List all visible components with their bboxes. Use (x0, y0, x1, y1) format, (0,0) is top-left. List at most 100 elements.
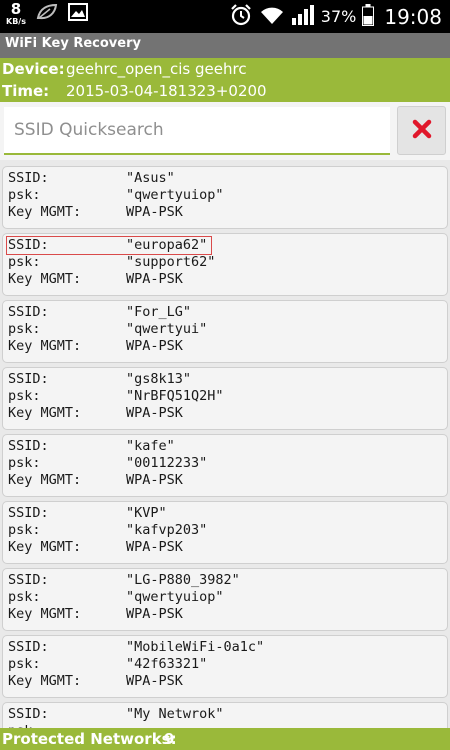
app-title: WiFi Key Recovery (5, 36, 141, 51)
close-x-icon (412, 119, 432, 143)
network-card[interactable]: SSID: "europa62" psk: "support62" Key MGMT… (2, 233, 448, 296)
key-mgmt-label: Key MGMT: (8, 673, 82, 689)
ssid-value: "LG-P880_3982" (126, 572, 240, 588)
psk-value: "qwertyuiop" (126, 589, 224, 605)
ssid-value: "gs8k13" (126, 371, 192, 387)
psk-value: "support62" (126, 254, 216, 270)
key-mgmt-value: WPA-PSK (126, 673, 183, 689)
ssid-label: SSID: (8, 505, 49, 521)
alarm-icon (229, 3, 253, 31)
image-icon (67, 3, 88, 25)
protected-networks-label: Protected Networks: (2, 730, 177, 748)
ssid-label: SSID: (8, 639, 49, 655)
psk-label: psk: (8, 656, 41, 672)
psk-label: psk: (8, 589, 41, 605)
key-mgmt-line: Key MGMT: WPA-PSK (8, 606, 438, 623)
ssid-line: SSID: "europa62" (8, 237, 438, 254)
ssid-label: SSID: (8, 438, 49, 454)
key-mgmt-label: Key MGMT: (8, 204, 82, 220)
ssid-line: SSID: "KVP" (8, 505, 438, 522)
key-mgmt-value: WPA-PSK (126, 405, 183, 421)
protected-networks-footer: Protected Networks: 9 (0, 728, 450, 750)
device-label: Device: (2, 60, 65, 78)
psk-line: psk: "support62" (8, 254, 438, 271)
network-card[interactable]: SSID: "Asus" psk: "qwertyuiop" Key MGMT: WP… (2, 166, 448, 229)
network-card[interactable]: SSID:"My Netwrok" psk: Key MGMT: (2, 702, 448, 728)
ssid-line: SSID: "My Netwrok" (8, 706, 438, 723)
psk-label: psk: (8, 254, 41, 270)
search-bar (0, 102, 450, 160)
psk-label: psk: (8, 522, 41, 538)
battery-icon (362, 3, 375, 30)
psk-line: psk: "qwertyuiop" (8, 589, 438, 606)
ssid-label: SSID: (8, 237, 49, 253)
psk-value: "qwertyuiop" (126, 187, 224, 203)
ssid-value: "MobileWiFi-0a1c" (126, 639, 265, 655)
time-value: 2015-03-04-181323+0200 (66, 82, 267, 100)
network-card[interactable]: SSID: "KVP" psk: "kafvp203" Key MGMT: WPA-P… (2, 501, 448, 564)
key-mgmt-label: Key MGMT: (8, 606, 82, 622)
ssid-label: SSID: (8, 371, 49, 387)
psk-line: psk: "kafvp203" (8, 522, 438, 539)
signal-icon (291, 4, 315, 30)
clear-search-button[interactable] (397, 106, 446, 155)
key-mgmt-line: Key MGMT: WPA-PSK (8, 673, 438, 690)
leaf-icon (36, 3, 58, 25)
app-title-bar: WiFi Key Recovery (0, 33, 450, 58)
key-mgmt-line: Key MGMT: WPA-PSK (8, 539, 438, 556)
key-mgmt-label: Key MGMT: (8, 338, 82, 354)
ssid-label: SSID: (8, 706, 49, 722)
time-row: Time: 2015-03-04-181323+0200 (0, 80, 450, 102)
key-mgmt-value: WPA-PSK (126, 338, 183, 354)
psk-label: psk: (8, 388, 41, 404)
key-mgmt-value: WPA-PSK (126, 472, 183, 488)
key-mgmt-label: Key MGMT: (8, 539, 82, 555)
psk-value: "42f63321" (126, 656, 208, 672)
key-mgmt-label: Key MGMT: (8, 271, 82, 287)
device-value: geehrc_open_cis geehrc (66, 60, 247, 78)
network-card[interactable]: SSID: "For_LG" psk: "qwertyui" Key MGMT: WP… (2, 300, 448, 363)
key-mgmt-label: Key MGMT: (8, 405, 82, 421)
psk-line: psk: "qwertyui" (8, 321, 438, 338)
network-card[interactable]: SSID: "gs8k13" psk: "NrBFQ51Q2H" Key MGMT:… (2, 367, 448, 430)
psk-line: psk: "qwertyuiop" (8, 187, 438, 204)
ssid-value: "My Netwrok" (126, 706, 224, 722)
ssid-label: SSID: (8, 170, 49, 186)
status-right: 37% 19:08 (229, 0, 442, 33)
psk-label: psk: (8, 321, 41, 337)
network-card[interactable]: SSID: "kafe" psk: "00112233" Key MGMT: WPA-… (2, 434, 448, 497)
ssid-value: "Asus" (126, 170, 175, 186)
ssid-value: "europa62" (126, 237, 208, 253)
psk-value: "NrBFQ51Q2H" (126, 388, 224, 404)
psk-label: psk: (8, 187, 41, 203)
psk-value: "qwertyui" (126, 321, 208, 337)
ssid-line: SSID: "Asus" (8, 170, 438, 187)
psk-line: psk: "42f63321" (8, 656, 438, 673)
status-bar: 8 KB/s 37% 19:08 (0, 0, 450, 33)
psk-line: psk: "00112233" (8, 455, 438, 472)
psk-label: psk: (8, 455, 41, 471)
psk-value: "kafvp203" (126, 522, 208, 538)
ssid-value: "kafe" (126, 438, 175, 454)
ssid-line: SSID: "LG-P880_3982" (8, 572, 438, 589)
key-mgmt-label: Key MGMT: (8, 472, 82, 488)
network-card[interactable]: SSID: "LG-P880_3982" psk: "qwertyuiop" Key… (2, 568, 448, 631)
key-mgmt-value: WPA-PSK (126, 204, 183, 220)
device-info-panel: Device: geehrc_open_cis geehrc Time: 201… (0, 58, 450, 102)
ssid-value: "KVP" (126, 505, 167, 521)
network-list[interactable]: SSID: "Asus" psk: "qwertyuiop" Key MGMT: WP… (0, 160, 450, 728)
battery-percent: 37% (320, 7, 357, 26)
ssid-line: SSID: "MobileWiFi-0a1c" (8, 639, 438, 656)
key-mgmt-line: Key MGMT: WPA-PSK (8, 204, 438, 221)
key-mgmt-value: WPA-PSK (126, 539, 183, 555)
ssid-line: SSID: "For_LG" (8, 304, 438, 321)
key-mgmt-line: Key MGMT: WPA-PSK (8, 472, 438, 489)
psk-line: psk: "NrBFQ51Q2H" (8, 388, 438, 405)
network-card[interactable]: SSID: "MobileWiFi-0a1c" psk: "42f63321" Ke… (2, 635, 448, 698)
key-mgmt-line: Key MGMT: WPA-PSK (8, 271, 438, 288)
device-row: Device: geehrc_open_cis geehrc (0, 58, 450, 80)
ssid-search-input[interactable] (4, 107, 390, 155)
ssid-label: SSID: (8, 572, 49, 588)
ssid-value: "For_LG" (126, 304, 192, 320)
wifi-icon (259, 4, 285, 30)
